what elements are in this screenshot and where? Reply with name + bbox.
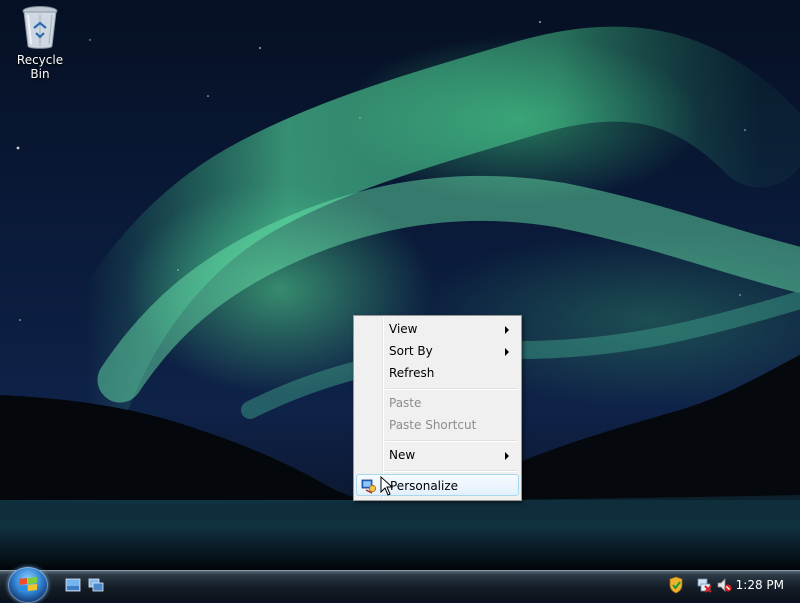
menu-item-paste[interactable]: Paste (356, 392, 519, 414)
desktop-background[interactable]: Recycle Bin View Sort By Refresh Paste P… (0, 0, 800, 570)
menu-item-sort-by[interactable]: Sort By (356, 340, 519, 362)
show-desktop-icon[interactable] (65, 577, 81, 593)
submenu-arrow-icon (505, 348, 509, 356)
menu-item-new[interactable]: New (356, 444, 519, 466)
security-shield-icon[interactable] (668, 576, 684, 594)
menu-item-refresh[interactable]: Refresh (356, 362, 519, 384)
windows-start-icon (19, 577, 37, 592)
menu-separator (385, 440, 517, 442)
network-disconnected-icon[interactable] (696, 576, 712, 594)
submenu-arrow-icon (505, 452, 509, 460)
menu-item-paste-shortcut-label: Paste Shortcut (389, 418, 477, 432)
recycle-bin-label: Recycle Bin (16, 53, 64, 81)
menu-item-paste-label: Paste (389, 396, 422, 410)
recycle-bin[interactable]: Recycle Bin (6, 3, 74, 81)
recycle-bin-icon (22, 6, 58, 49)
system-clock[interactable]: 1:28 PM (736, 578, 784, 592)
menu-item-sort-by-label: Sort By (389, 344, 433, 358)
volume-muted-icon[interactable] (716, 576, 732, 594)
menu-separator (385, 388, 517, 390)
submenu-arrow-icon (505, 326, 509, 334)
menu-item-view-label: View (389, 322, 418, 336)
menu-item-new-label: New (389, 448, 416, 462)
menu-item-refresh-label: Refresh (389, 366, 435, 380)
mouse-cursor-icon (380, 476, 393, 496)
start-button[interactable] (8, 567, 48, 603)
taskbar: 1:28 PM (0, 567, 800, 603)
desktop-context-menu[interactable]: View Sort By Refresh Paste Paste Shortcu… (353, 315, 522, 501)
menu-separator (385, 470, 517, 472)
switch-windows-icon[interactable] (88, 577, 104, 593)
menu-item-paste-shortcut[interactable]: Paste Shortcut (356, 414, 519, 436)
menu-item-view[interactable]: View (356, 318, 519, 340)
personalize-icon (361, 479, 377, 494)
menu-item-personalize-label: Personalize (390, 479, 459, 493)
